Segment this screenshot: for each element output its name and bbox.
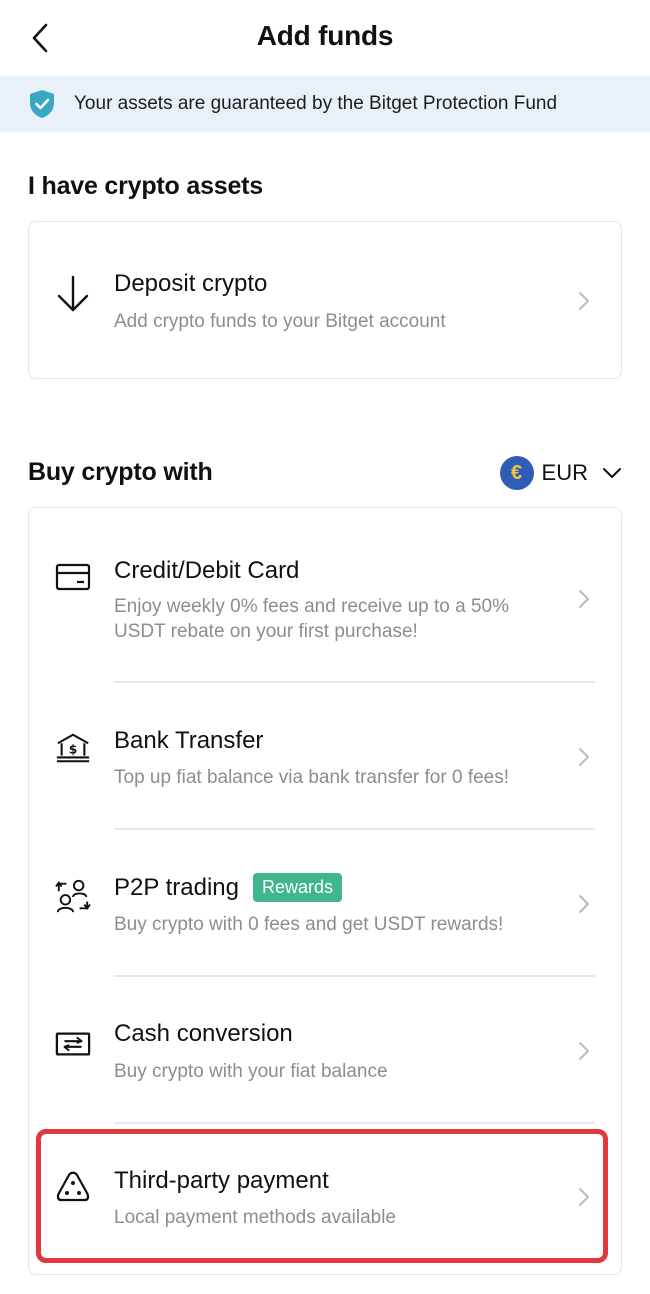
bank-transfer-description: Top up fiat balance via bank transfer fo… bbox=[114, 767, 510, 788]
rewards-badge: Rewards bbox=[252, 873, 343, 902]
deposit-crypto-title: Deposit crypto bbox=[114, 270, 268, 297]
deposit-crypto-description: Add crypto funds to your Bitget account bbox=[114, 311, 446, 332]
header: Add funds bbox=[0, 0, 650, 76]
p2p-trading-title: P2P trading bbox=[114, 873, 239, 901]
deposit-crypto-row[interactable]: Deposit crypto Add crypto funds to your … bbox=[29, 222, 621, 380]
banner-text: Your assets are guaranteed by the Bitget… bbox=[74, 93, 558, 114]
deposit-card: Deposit crypto Add crypto funds to your … bbox=[28, 221, 622, 379]
chevron-right-icon bbox=[579, 748, 589, 766]
chevron-right-icon bbox=[579, 590, 589, 608]
arrow-down-icon bbox=[55, 275, 91, 312]
bank-transfer-row[interactable]: $ Bank Transfer Top up fiat balance via … bbox=[29, 682, 621, 828]
currency-label: EUR bbox=[541, 460, 588, 485]
p2p-icon bbox=[55, 878, 91, 914]
cash-conversion-description: Buy crypto with your fiat balance bbox=[114, 1061, 388, 1082]
chevron-right-icon bbox=[579, 292, 589, 310]
p2p-trading-description: Buy crypto with 0 fees and get USDT rewa… bbox=[114, 914, 504, 935]
add-funds-screen: Add funds Your assets are guaranteed by … bbox=[0, 0, 650, 1294]
cash-conversion-title: Cash conversion bbox=[114, 1020, 293, 1047]
svg-text:$: $ bbox=[69, 743, 78, 757]
cash-conversion-icon bbox=[55, 1026, 91, 1062]
third-party-payment-title: Third-party payment bbox=[114, 1167, 329, 1194]
chevron-right-icon bbox=[579, 1188, 589, 1206]
protection-banner: Your assets are guaranteed by the Bitget… bbox=[0, 76, 650, 132]
buy-section-title: Buy crypto with bbox=[28, 458, 213, 486]
third-party-payment-description: Local payment methods available bbox=[114, 1207, 397, 1228]
third-party-payment-row[interactable]: Third-party payment Local payment method… bbox=[29, 1123, 621, 1273]
credit-debit-card-row[interactable]: Credit/Debit Card Enjoy weekly 0% fees a… bbox=[29, 508, 621, 681]
currency-selector[interactable]: € EUR bbox=[499, 455, 622, 491]
bank-transfer-title: Bank Transfer bbox=[114, 727, 264, 754]
credit-debit-card-description: Enjoy weekly 0% fees and receive up to a… bbox=[114, 596, 510, 642]
credit-debit-card-title: Credit/Debit Card bbox=[114, 557, 300, 584]
third-party-icon bbox=[55, 1170, 91, 1206]
page-title: Add funds bbox=[256, 20, 394, 51]
euro-coin-icon: € bbox=[499, 456, 534, 490]
p2p-trading-row[interactable]: P2P trading Rewards Buy crypto with 0 fe… bbox=[29, 829, 621, 975]
cash-conversion-row[interactable]: Cash conversion Buy crypto with your fia… bbox=[29, 976, 621, 1122]
crypto-section-title: I have crypto assets bbox=[28, 172, 264, 200]
chevron-right-icon bbox=[579, 1042, 589, 1060]
p2p-trading-title-wrap: P2P trading Rewards bbox=[114, 873, 343, 902]
bank-icon: $ bbox=[55, 730, 91, 766]
chevron-down-icon bbox=[603, 468, 621, 478]
credit-card-icon bbox=[55, 559, 91, 595]
buy-methods-card: Credit/Debit Card Enjoy weekly 0% fees a… bbox=[28, 507, 622, 1275]
shield-check-icon bbox=[28, 89, 58, 119]
chevron-right-icon bbox=[579, 895, 589, 913]
